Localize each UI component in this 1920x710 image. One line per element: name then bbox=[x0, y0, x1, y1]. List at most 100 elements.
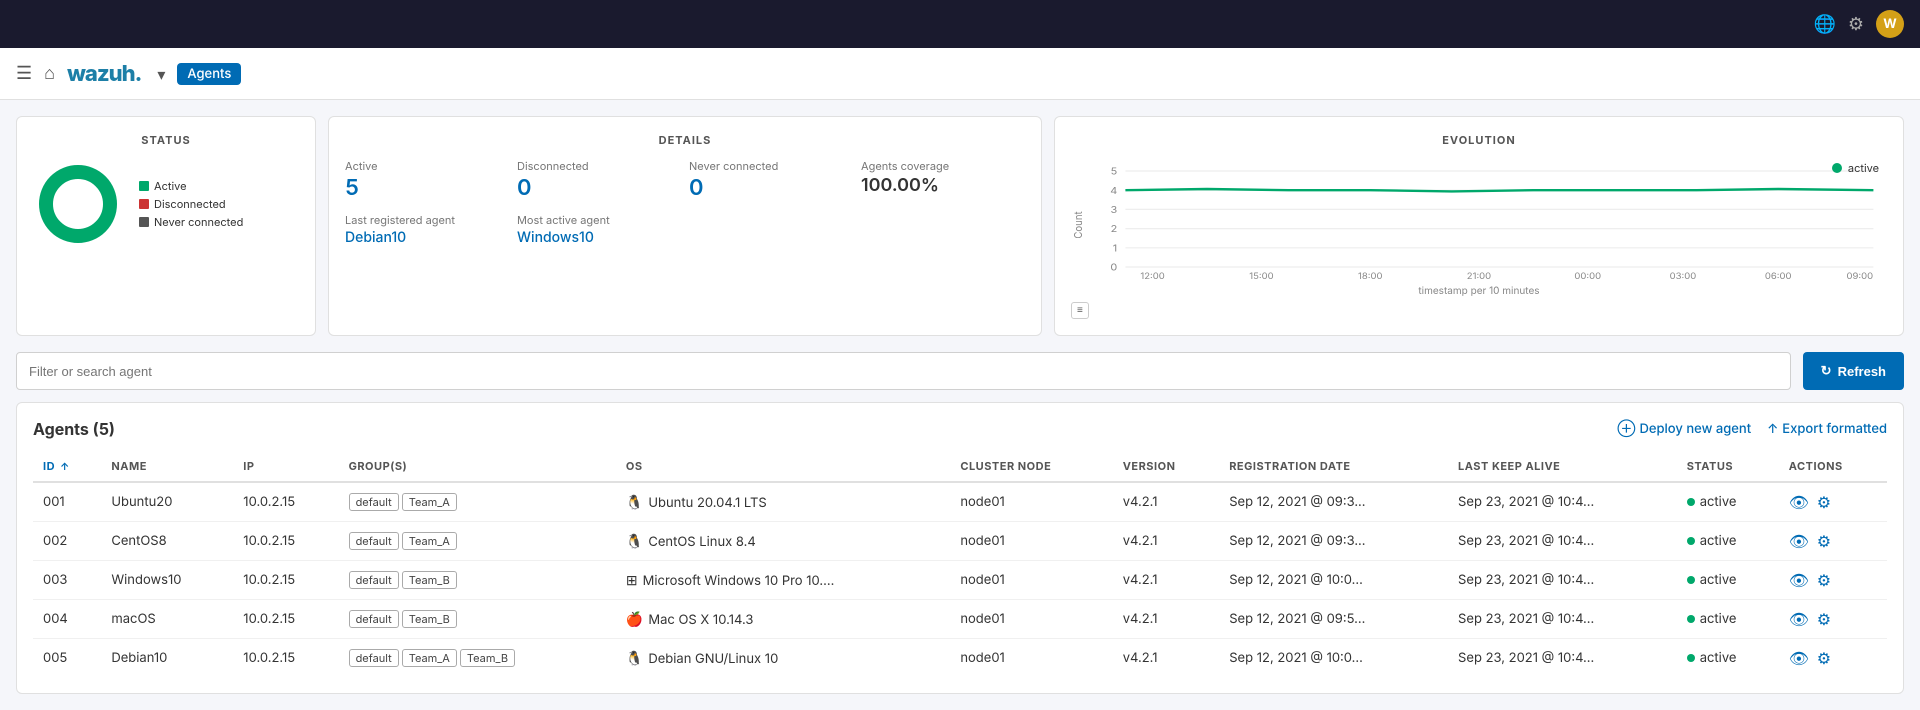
col-cluster[interactable]: Cluster node bbox=[950, 451, 1112, 482]
col-os[interactable]: OS bbox=[616, 451, 950, 482]
svg-text:18:00: 18:00 bbox=[1358, 272, 1383, 279]
svg-text:1: 1 bbox=[1113, 243, 1117, 254]
svg-text:5: 5 bbox=[1111, 166, 1118, 177]
chart-x-label: timestamp per 10 minutes bbox=[1071, 285, 1887, 297]
cell-name: CentOS8 bbox=[101, 522, 233, 561]
config-icon[interactable]: ⚙ bbox=[1817, 609, 1831, 629]
col-ip[interactable]: IP bbox=[233, 451, 338, 482]
cell-ip: 10.0.2.15 bbox=[233, 482, 338, 522]
col-actions: Actions bbox=[1779, 451, 1887, 482]
cell-registration: Sep 12, 2021 @ 10:0... bbox=[1219, 639, 1448, 678]
cell-registration: Sep 12, 2021 @ 09:3... bbox=[1219, 482, 1448, 522]
never-connected-value: 0 bbox=[689, 175, 853, 201]
cell-keepalive: Sep 23, 2021 @ 10:4... bbox=[1448, 561, 1677, 600]
avatar[interactable]: W bbox=[1876, 10, 1904, 38]
view-icon[interactable]: 👁 bbox=[1789, 609, 1809, 629]
group-tag[interactable]: Team_A bbox=[402, 532, 457, 550]
svg-text:09:00: 09:00 bbox=[1846, 272, 1873, 279]
chart-toolbar-btn[interactable]: ≡ bbox=[1071, 302, 1089, 319]
table-row: 001 Ubuntu20 10.0.2.15 defaultTeam_A 🐧Ub… bbox=[33, 482, 1887, 522]
chart-legend-label: active bbox=[1848, 161, 1879, 175]
group-tag[interactable]: default bbox=[349, 610, 399, 628]
most-active-link[interactable]: Windows10 bbox=[517, 229, 681, 246]
col-keepalive[interactable]: Last keep alive bbox=[1448, 451, 1677, 482]
view-icon[interactable]: 👁 bbox=[1789, 531, 1809, 551]
os-icon: 🍎 bbox=[626, 611, 643, 628]
chart-toolbar: ≡ bbox=[1071, 301, 1887, 319]
table-row: 005 Debian10 10.0.2.15 defaultTeam_ATeam… bbox=[33, 639, 1887, 678]
never-label: Never connected bbox=[154, 215, 243, 229]
col-registration[interactable]: Registration date bbox=[1219, 451, 1448, 482]
cell-cluster: node01 bbox=[950, 522, 1112, 561]
cell-cluster: node01 bbox=[950, 600, 1112, 639]
agents-header: Agents (5) ⊕ Deploy new agent ↑ Export f… bbox=[33, 419, 1887, 439]
svg-text:00:00: 00:00 bbox=[1574, 272, 1601, 279]
globe-icon[interactable]: 🌐 bbox=[1813, 14, 1835, 35]
status-title: STATUS bbox=[33, 133, 299, 147]
agents-table: ID ↑ Name IP Group(s) OS Cluster node Ve… bbox=[33, 451, 1887, 677]
group-tag[interactable]: default bbox=[349, 532, 399, 550]
group-tag[interactable]: Team_B bbox=[402, 571, 457, 589]
svg-text:0: 0 bbox=[1110, 262, 1117, 273]
deploy-button[interactable]: ⊕ Deploy new agent bbox=[1617, 421, 1751, 437]
active-label: Active bbox=[345, 159, 509, 173]
group-tag[interactable]: default bbox=[349, 493, 399, 511]
home-icon[interactable]: ⌂ bbox=[44, 63, 55, 84]
group-tag[interactable]: Team_B bbox=[460, 649, 515, 667]
refresh-button[interactable]: ↻ Refresh bbox=[1803, 352, 1904, 390]
group-tag[interactable]: Team_B bbox=[402, 610, 457, 628]
settings-icon[interactable]: ⚙ bbox=[1848, 14, 1864, 35]
cell-version: v4.2.1 bbox=[1113, 639, 1220, 678]
evolution-title: EVOLUTION bbox=[1071, 133, 1887, 147]
summary-row: STATUS Active Disconnected bbox=[16, 116, 1904, 336]
cell-cluster: node01 bbox=[950, 639, 1112, 678]
col-version[interactable]: Version bbox=[1113, 451, 1220, 482]
cell-os: 🍎Mac OS X 10.14.3 bbox=[616, 600, 950, 639]
cell-ip: 10.0.2.15 bbox=[233, 600, 338, 639]
group-tag[interactable]: Team_A bbox=[402, 649, 457, 667]
col-id[interactable]: ID ↑ bbox=[33, 451, 101, 482]
group-tag[interactable]: default bbox=[349, 571, 399, 589]
nav-dropdown[interactable]: ▾ bbox=[157, 64, 165, 84]
export-button[interactable]: ↑ Export formatted bbox=[1767, 421, 1887, 437]
cell-groups: defaultTeam_A bbox=[339, 482, 616, 522]
view-icon[interactable]: 👁 bbox=[1789, 648, 1809, 668]
config-icon[interactable]: ⚙ bbox=[1817, 492, 1831, 512]
cell-groups: defaultTeam_A bbox=[339, 522, 616, 561]
cell-name: macOS bbox=[101, 600, 233, 639]
refresh-label: Refresh bbox=[1838, 364, 1886, 379]
col-status[interactable]: Status bbox=[1677, 451, 1779, 482]
view-icon[interactable]: 👁 bbox=[1789, 570, 1809, 590]
never-connected-label: Never connected bbox=[689, 159, 853, 173]
cell-registration: Sep 12, 2021 @ 10:0... bbox=[1219, 561, 1448, 600]
cell-status: active bbox=[1677, 600, 1779, 639]
table-head: ID ↑ Name IP Group(s) OS Cluster node Ve… bbox=[33, 451, 1887, 482]
config-icon[interactable]: ⚙ bbox=[1817, 531, 1831, 551]
cell-keepalive: Sep 23, 2021 @ 10:4... bbox=[1448, 522, 1677, 561]
cell-id: 003 bbox=[33, 561, 101, 600]
hamburger-icon[interactable]: ☰ bbox=[16, 63, 32, 84]
status-dot bbox=[1687, 537, 1695, 545]
legend-never: Never connected bbox=[139, 215, 243, 229]
config-icon[interactable]: ⚙ bbox=[1817, 570, 1831, 590]
cell-id: 002 bbox=[33, 522, 101, 561]
group-tag[interactable]: default bbox=[349, 649, 399, 667]
agents-actions: ⊕ Deploy new agent ↑ Export formatted bbox=[1617, 421, 1887, 437]
view-icon[interactable]: 👁 bbox=[1789, 492, 1809, 512]
cell-id: 005 bbox=[33, 639, 101, 678]
last-agent-link[interactable]: Debian10 bbox=[345, 229, 509, 246]
cell-actions: 👁 ⚙ bbox=[1779, 639, 1887, 678]
group-tag[interactable]: Team_A bbox=[402, 493, 457, 511]
never-dot bbox=[139, 217, 149, 227]
search-input[interactable] bbox=[16, 352, 1791, 390]
cell-groups: defaultTeam_B bbox=[339, 600, 616, 639]
col-groups[interactable]: Group(s) bbox=[339, 451, 616, 482]
disconnected-label: Disconnected bbox=[517, 159, 681, 173]
config-icon[interactable]: ⚙ bbox=[1817, 648, 1831, 668]
col-name[interactable]: Name bbox=[101, 451, 233, 482]
cell-registration: Sep 12, 2021 @ 09:5... bbox=[1219, 600, 1448, 639]
nav-tag[interactable]: Agents bbox=[177, 63, 241, 85]
status-dot bbox=[1687, 615, 1695, 623]
last-agent-label: Last registered agent bbox=[345, 213, 509, 227]
active-legend-dot bbox=[1832, 163, 1842, 173]
